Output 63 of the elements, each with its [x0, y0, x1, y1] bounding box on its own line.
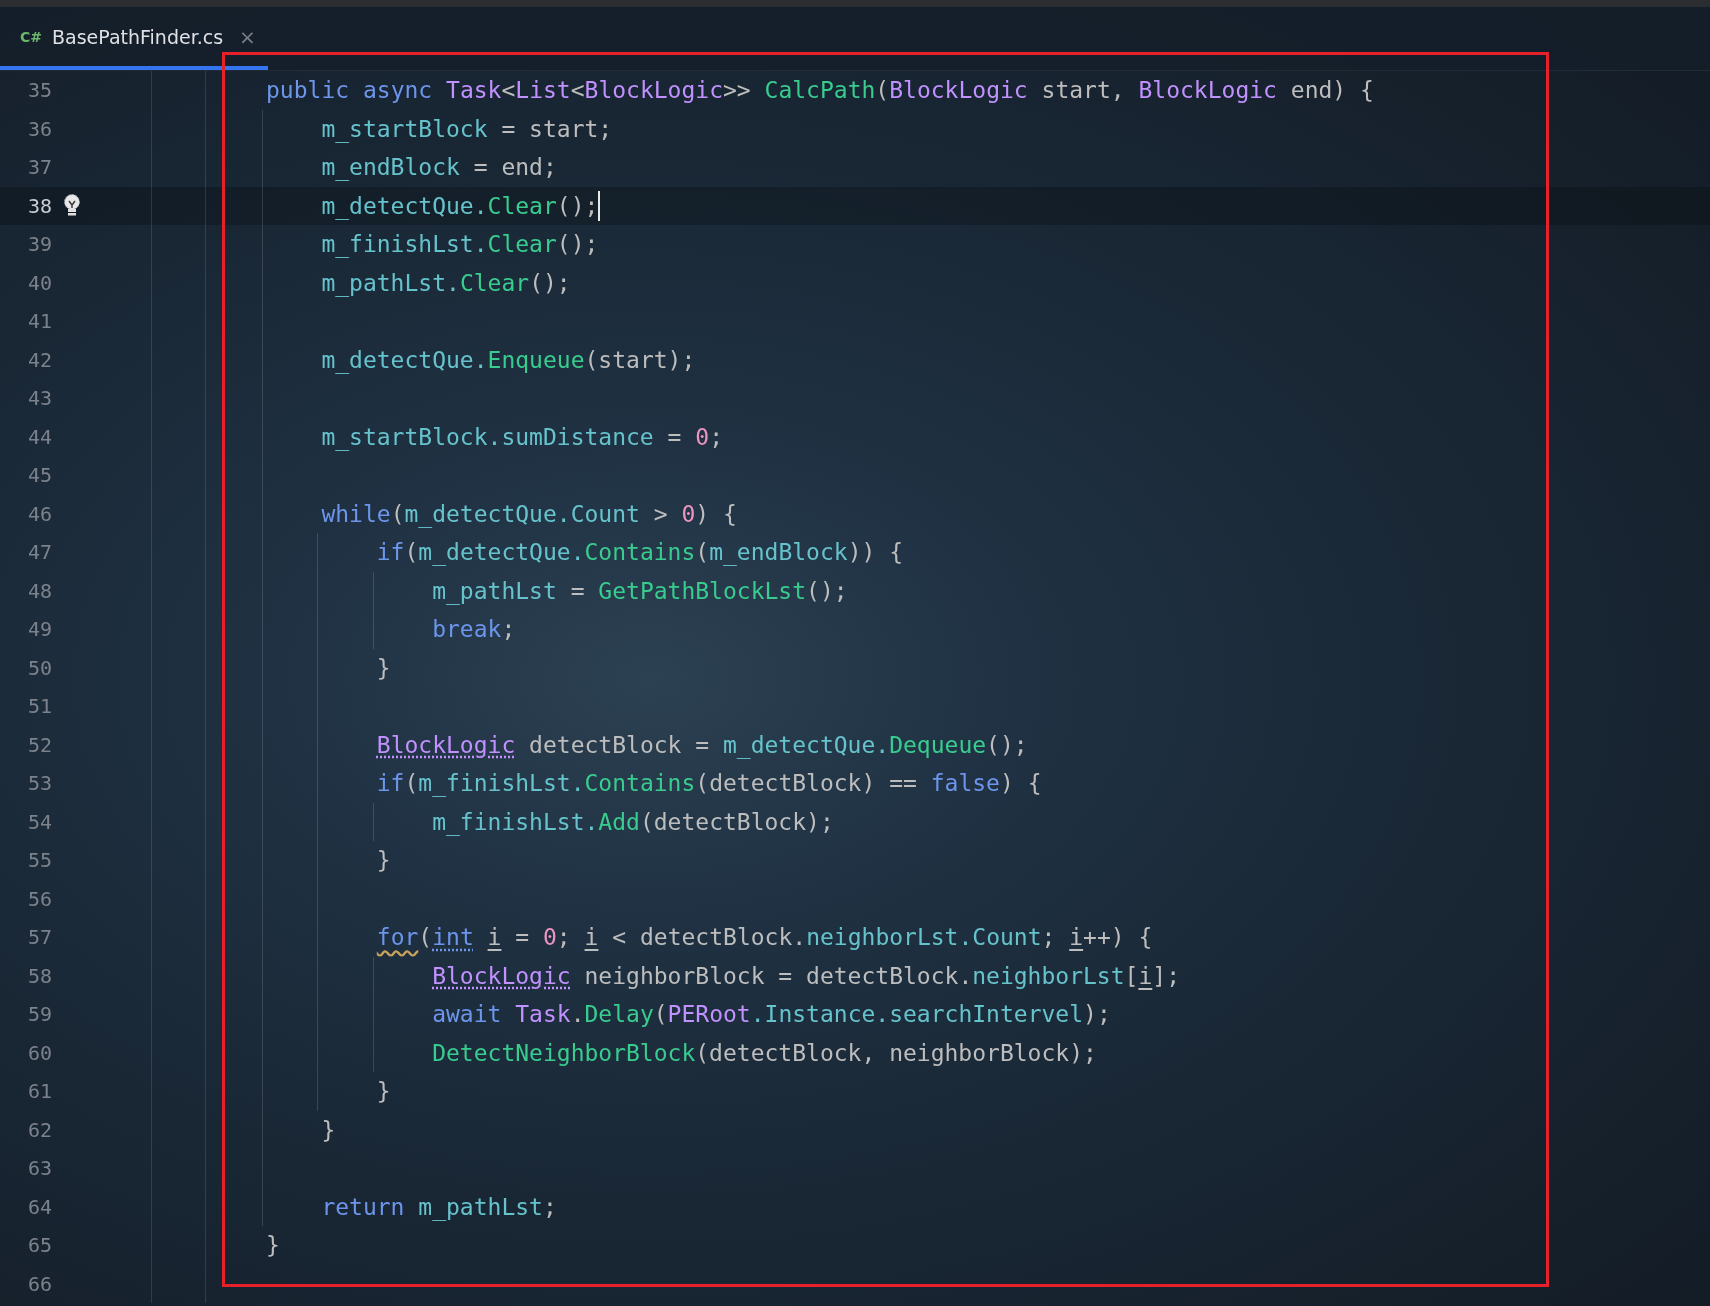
code-line: m_detectQue.Enqueue(start); — [320, 345, 696, 375]
code-line: } — [375, 1077, 391, 1107]
line-number: 64 — [26, 1193, 52, 1221]
file-type-label: C# — [20, 28, 42, 45]
code-line: m_finishLst.Clear(); — [320, 230, 599, 260]
code-line: if(m_finishLst.Contains(detectBlock) == false) { — [375, 769, 1042, 799]
code-line: } — [375, 846, 391, 876]
line-number: 45 — [26, 462, 52, 489]
line-number: 57 — [26, 924, 52, 951]
code-line: m_startBlock = start; — [320, 114, 613, 144]
line-number: 41 — [26, 308, 52, 335]
line-number: 37 — [26, 154, 52, 181]
line-number: 49 — [26, 616, 52, 643]
code-line: m_detectQue.Clear(); — [320, 191, 599, 221]
line-number: 48 — [26, 577, 52, 605]
line-number: 52 — [26, 731, 52, 759]
line-number: 50 — [26, 654, 52, 682]
line-number: 58 — [26, 962, 52, 990]
line-number: 47 — [26, 539, 52, 566]
line-number: 36 — [26, 115, 52, 143]
text-cursor — [598, 190, 601, 221]
code-line: while(m_detectQue.Count > 0) { — [320, 499, 737, 529]
line-number: 44 — [26, 423, 52, 451]
line-number: 59 — [26, 1001, 52, 1028]
line-number: 35 — [26, 77, 52, 104]
code-line: DetectNeighborBlock(detectBlock, neighborBlock); — [431, 1038, 1097, 1068]
line-number: 65 — [26, 1232, 52, 1259]
line-number: 62 — [26, 1116, 52, 1144]
line-number: 56 — [26, 885, 52, 913]
code-line: public async Task<List<BlockLogic>> CalcPath(BlockLogic start, BlockLogic end) { — [266, 76, 1374, 106]
code-line: BlockLogic neighborBlock = detectBlock.neighborLst[i]; — [431, 961, 1180, 991]
line-number: 61 — [26, 1078, 52, 1105]
code-line: m_startBlock.sumDistance = 0; — [320, 422, 723, 452]
code-line: m_pathLst.Clear(); — [320, 268, 571, 298]
line-number: 39 — [26, 231, 52, 258]
file-tab[interactable]: C# BasePathFinder.cs × — [0, 7, 268, 70]
lightbulb-icon[interactable] — [62, 192, 82, 219]
code-line: } — [320, 1115, 336, 1145]
line-number: 51 — [26, 693, 52, 720]
line-number: 46 — [26, 500, 52, 528]
line-number: 42 — [26, 346, 52, 374]
code-line: } — [375, 653, 391, 683]
code-line: for(int i = 0; i < detectBlock.neighborLst.Count; i++) { — [375, 923, 1153, 953]
line-number: 43 — [26, 385, 52, 412]
line-number: 38 — [26, 192, 52, 220]
code-line: m_finishLst.Add(detectBlock); — [431, 807, 834, 837]
line-number: 60 — [26, 1039, 52, 1067]
line-number: 53 — [26, 770, 52, 797]
code-line: BlockLogic detectBlock = m_detectQue.Dequeue(); — [375, 730, 1028, 760]
close-button[interactable]: × — [239, 24, 256, 49]
line-number: 54 — [26, 808, 52, 836]
line-number: 55 — [26, 847, 52, 874]
line-number: 66 — [26, 1270, 52, 1298]
code-line: break; — [431, 615, 516, 645]
code-line: m_endBlock = end; — [320, 153, 557, 183]
code-line: if(m_detectQue.Contains(m_endBlock)) { — [375, 538, 904, 568]
code-line: m_pathLst = GetPathBlockLst(); — [431, 576, 848, 606]
line-number: 40 — [26, 269, 52, 297]
line-number: 63 — [26, 1155, 52, 1182]
code-line: } — [266, 1231, 280, 1261]
code-line: await Task.Delay(PERoot.Instance.searchIntervel); — [431, 1000, 1111, 1030]
code-line: return m_pathLst; — [320, 1192, 557, 1222]
tab-title: BasePathFinder.cs — [52, 25, 224, 48]
